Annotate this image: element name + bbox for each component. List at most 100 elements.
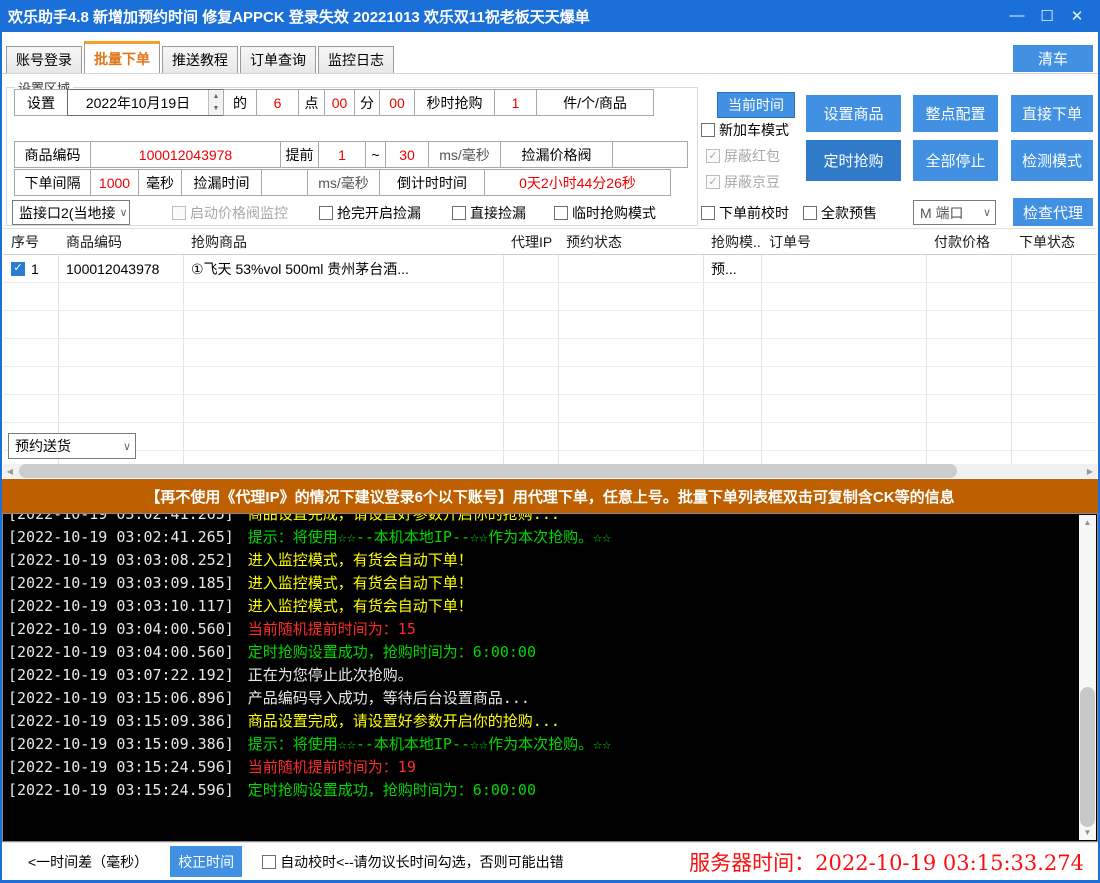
table-header: 序号商品编码抢购商品代理IP预约状态抢购模...订单号付款价格下单状态 (3, 229, 1097, 255)
new-cart-mode-label: 新加车模式 (719, 120, 789, 140)
minute-input[interactable]: 00 (324, 89, 355, 116)
minimize-button[interactable]: — (1002, 7, 1032, 25)
column-header[interactable]: 序号 (3, 232, 58, 252)
stop-all-button[interactable]: 全部停止 (913, 140, 998, 181)
settings-row-interval: 下单间隔 1000 毫秒 捡漏时间 ms/毫秒 倒计时时间 0天2小时44分26… (15, 169, 671, 196)
horizontal-scroll-thumb[interactable] (19, 464, 957, 478)
advance-from-input[interactable]: 1 (318, 141, 366, 168)
interval-input[interactable]: 1000 (90, 169, 139, 196)
after-leak-checkbox[interactable]: 抢完开启捡漏 (319, 203, 421, 223)
column-separator (1011, 255, 1012, 464)
auto-calibrate-label: 自动校时<--请勿议长时间勾选，否则可能出错 (280, 852, 564, 872)
column-header[interactable]: 预约状态 (558, 232, 703, 252)
date-spinner-arrows[interactable]: ▲▼ (208, 90, 223, 115)
temp-mode-checkbox[interactable]: 临时抢购模式 (554, 203, 656, 223)
bottom-bar: <一时间差（毫秒） 校正时间 自动校时<--请勿议长时间勾选，否则可能出错 服务… (2, 842, 1098, 880)
spin-down-icon[interactable]: ▼ (209, 103, 223, 116)
log-timestamp: [2022-10-19 03:04:00.560] (8, 620, 234, 638)
table-row[interactable]: ✓ 1 100012043978 ①飞天 53%vol 500ml 贵州茅台酒.… (3, 255, 1097, 283)
leak-time-label: 捡漏时间 (181, 169, 262, 196)
log-vertical-scrollbar[interactable]: ▲ ▼ (1079, 515, 1096, 840)
row-checkbox[interactable]: ✓ (11, 262, 25, 276)
interval-label: 下单间隔 (14, 169, 91, 196)
log-timestamp: [2022-10-19 03:02:41.265] (8, 528, 234, 546)
settings-row-sku: 商品编码 100012043978 提前 1 ~ 30 ms/毫秒 捡漏价格阀 (15, 141, 688, 168)
log-lines: [2022-10-19 03:02:41.265] 商品设置完成，请设置好参数开启… (8, 514, 1075, 802)
table-horizontal-scrollbar[interactable]: ◀ ▶ (3, 464, 1097, 478)
temp-mode-label: 临时抢购模式 (572, 203, 656, 223)
log-timestamp: [2022-10-19 03:15:09.386] (8, 735, 234, 753)
scroll-right-icon[interactable]: ▶ (1083, 464, 1097, 478)
time-sync-checkbox[interactable]: 下单前校时 (701, 203, 789, 223)
check-proxy-button[interactable]: 检查代理 (1013, 198, 1093, 226)
log-timestamp: [2022-10-19 03:04:00.560] (8, 643, 234, 661)
scroll-up-icon[interactable]: ▲ (1079, 515, 1096, 530)
set-product-button[interactable]: 设置商品 (806, 95, 901, 132)
checkbox-icon (262, 855, 276, 869)
delivery-mode-select-value: 预约送货 (15, 436, 71, 456)
block-redpacket-label: 屏蔽红包 (724, 146, 780, 166)
date-value[interactable]: 2022年10月19日 (68, 93, 208, 113)
row-mode: 预... (703, 259, 761, 279)
column-header[interactable]: 下单状态 (1011, 232, 1091, 252)
clear-cart-button[interactable]: 清车 (1013, 45, 1093, 72)
tab-monitor-log[interactable]: 监控日志 (318, 46, 394, 73)
log-message: 当前随机提前时间为：19 (248, 758, 416, 776)
sku-input[interactable]: 100012043978 (90, 141, 281, 168)
column-header[interactable]: 商品编码 (58, 232, 183, 252)
column-header[interactable]: 付款价格 (926, 232, 1011, 252)
vertical-scroll-thumb[interactable] (1080, 687, 1095, 827)
order-table: 序号商品编码抢购商品代理IP预约状态抢购模...订单号付款价格下单状态 ✓ 1 … (3, 228, 1097, 464)
price-monitor-checkbox[interactable]: 启动价格阀监控 (172, 203, 288, 223)
full-presale-checkbox[interactable]: 全款预售 (803, 203, 877, 223)
price-threshold-input[interactable] (612, 141, 688, 168)
scroll-left-icon[interactable]: ◀ (3, 464, 17, 478)
log-message: 进入监控模式，有货会自动下单！ (248, 574, 473, 592)
delivery-mode-select[interactable]: 预约送货∨ (8, 433, 136, 459)
log-line: [2022-10-19 03:15:09.386]商品设置完成，请设置好参数开启… (8, 710, 1075, 733)
new-cart-mode-checkbox[interactable]: 新加车模式 (701, 120, 789, 140)
date-spinner[interactable]: 2022年10月19日 ▲▼ (67, 89, 224, 116)
checkbox-checked-icon: ✓ (706, 175, 720, 189)
block-redpacket-checkbox[interactable]: ✓屏蔽红包 (706, 146, 780, 166)
maximize-button[interactable]: ☐ (1032, 7, 1062, 25)
tab-batch-order[interactable]: 批量下单 (84, 41, 160, 73)
hourly-config-button[interactable]: 整点配置 (913, 95, 998, 132)
tab-push-tutorial[interactable]: 推送教程 (162, 46, 238, 73)
direct-leak-checkbox[interactable]: 直接捡漏 (452, 203, 526, 223)
scroll-down-icon[interactable]: ▼ (1079, 825, 1096, 840)
spin-up-icon[interactable]: ▲ (209, 90, 223, 103)
hour-unit-label: 点 (298, 89, 325, 116)
log-message: 当前随机提前时间为：15 (248, 620, 416, 638)
log-console[interactable]: [2022-10-19 03:02:41.265] 商品设置完成，请设置好参数开启… (2, 513, 1098, 842)
advance-label: 提前 (280, 141, 319, 168)
server-time: 服务器时间：2022-10-19 03:15:33.274 (689, 847, 1084, 877)
checkbox-icon (554, 206, 568, 220)
quantity-input[interactable]: 1 (494, 89, 537, 116)
leak-time-input[interactable] (261, 169, 308, 196)
listen-port-select[interactable]: 监接口2(当地接∨ (12, 200, 130, 225)
auto-calibrate-checkbox[interactable]: 自动校时<--请勿议长时间勾选，否则可能出错 (262, 852, 564, 872)
calibrate-time-button[interactable]: 校正时间 (170, 846, 242, 877)
close-button[interactable]: ✕ (1062, 7, 1092, 25)
hour-input[interactable]: 6 (256, 89, 299, 116)
direct-order-button[interactable]: 直接下单 (1011, 95, 1093, 132)
column-header[interactable]: 抢购商品 (183, 232, 503, 252)
current-time-button[interactable]: 当前时间 (717, 92, 795, 118)
advance-to-input[interactable]: 30 (385, 141, 429, 168)
timed-purchase-button[interactable]: 定时抢购 (806, 140, 901, 181)
column-header[interactable]: 代理IP (503, 232, 558, 252)
direct-leak-label: 直接捡漏 (470, 203, 526, 223)
column-header[interactable]: 订单号 (761, 232, 926, 252)
tab-account-login[interactable]: 账号登录 (6, 46, 82, 73)
column-header[interactable]: 抢购模... (703, 232, 761, 252)
detect-mode-button[interactable]: 检测模式 (1011, 140, 1093, 181)
second-input[interactable]: 00 (379, 89, 415, 116)
block-jingdou-checkbox[interactable]: ✓屏蔽京豆 (706, 172, 780, 192)
table-body[interactable]: ✓ 1 100012043978 ①飞天 53%vol 500ml 贵州茅台酒.… (3, 255, 1097, 464)
tab-order-query[interactable]: 订单查询 (240, 46, 316, 73)
chevron-down-icon: ∨ (115, 206, 127, 219)
m-port-select[interactable]: M 端口∨ (913, 200, 996, 225)
checkbox-icon (803, 206, 817, 220)
log-message: 商品设置完成，请设置好参数开启你的抢购... (248, 712, 560, 730)
